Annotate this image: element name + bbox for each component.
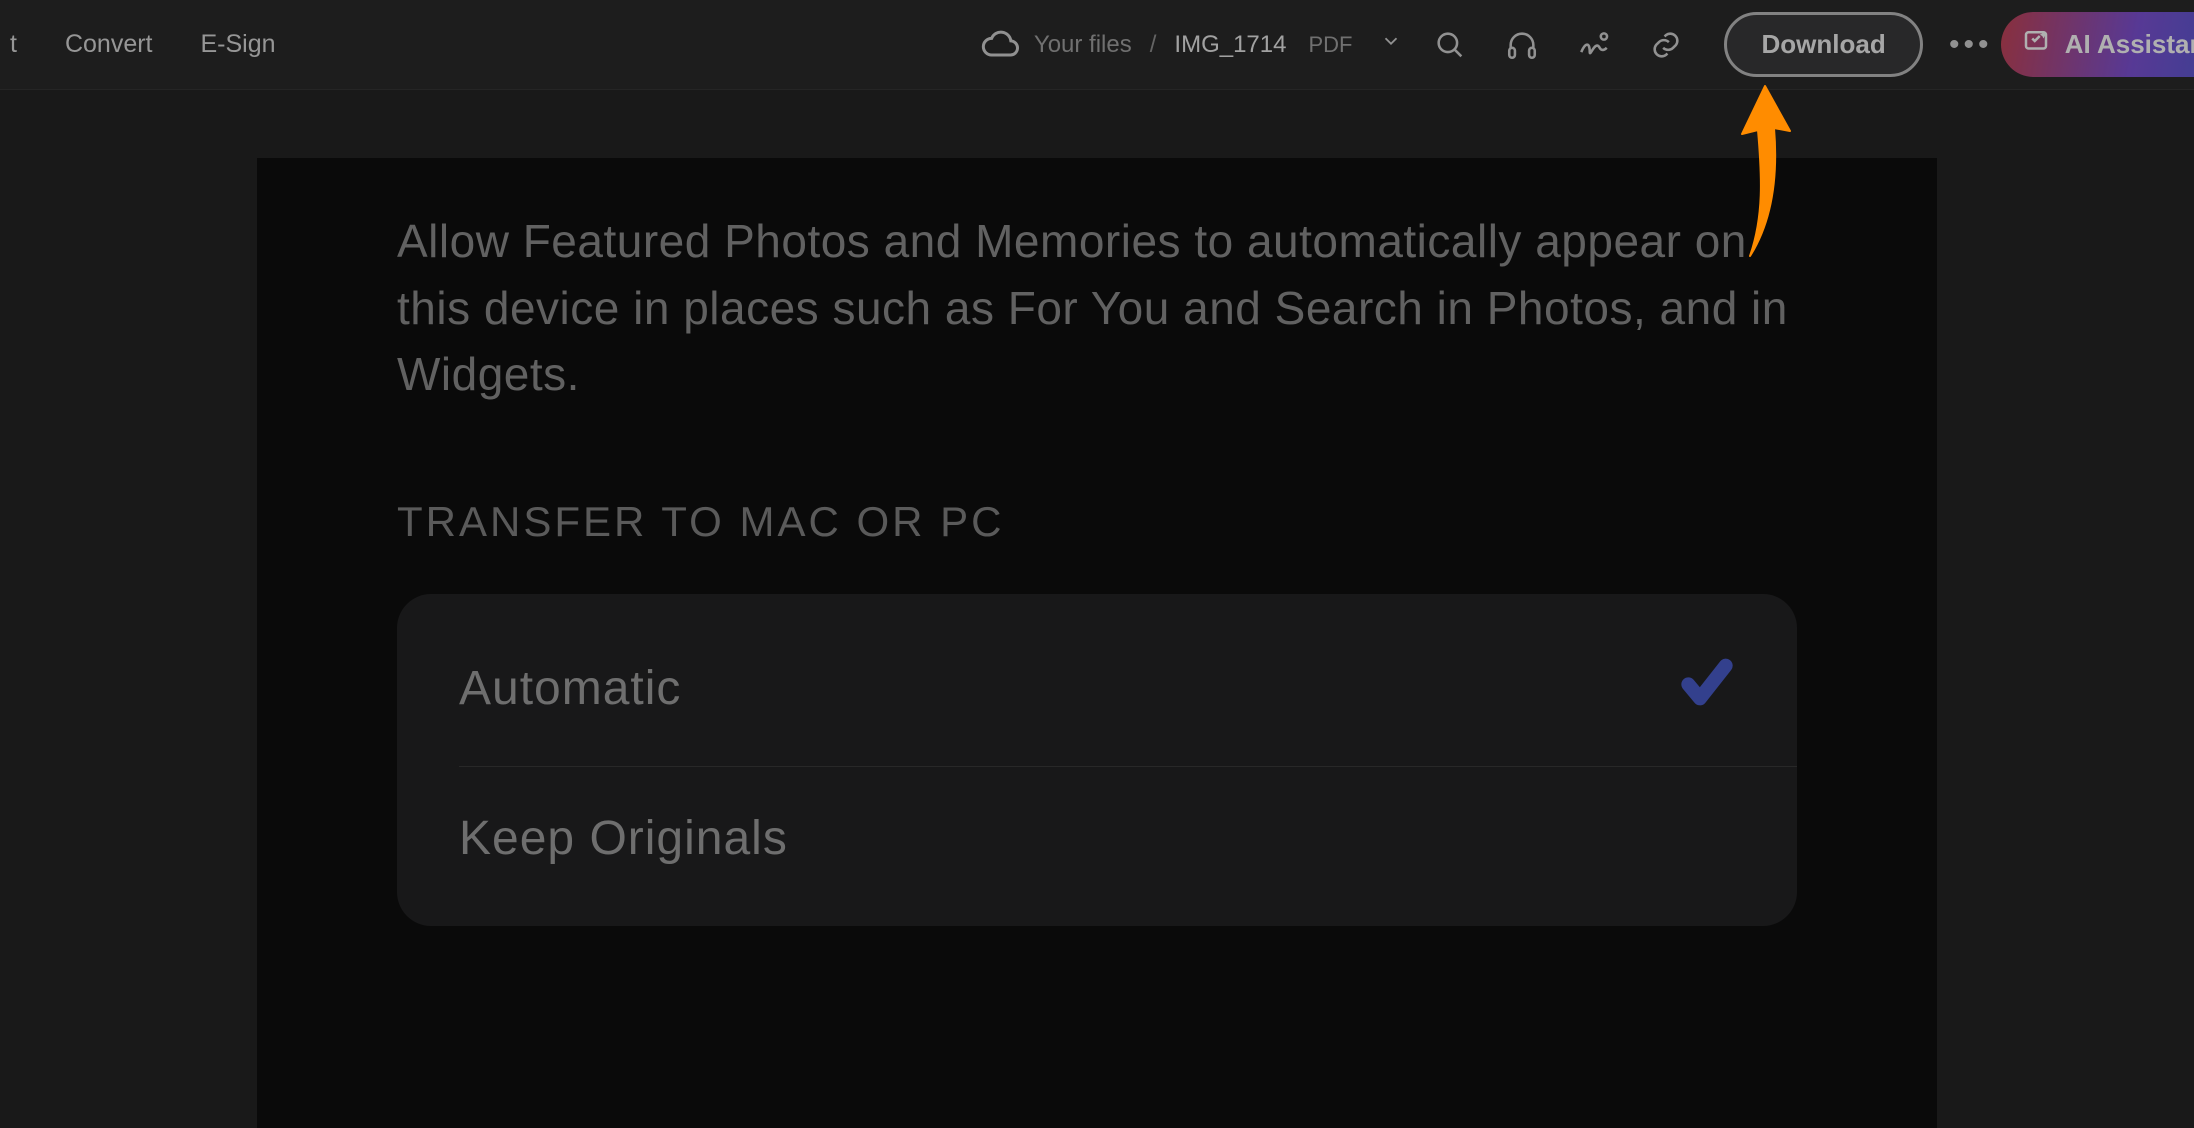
settings-description: Allow Featured Photos and Memories to au… xyxy=(397,208,1797,408)
ai-assistant-button[interactable]: AI Assistant xyxy=(2001,12,2194,77)
nav-left-group: t Convert E-Sign xyxy=(20,30,276,59)
breadcrumb-root[interactable]: Your files xyxy=(1034,31,1132,59)
nav-item-convert[interactable]: Convert xyxy=(65,30,153,59)
option-label: Automatic xyxy=(459,661,681,716)
more-options-button[interactable]: ••• xyxy=(1947,28,1995,62)
document-stage: Allow Featured Photos and Memories to au… xyxy=(0,90,2194,1128)
option-automatic[interactable]: Automatic xyxy=(397,610,1797,766)
top-toolbar: t Convert E-Sign Your files / IMG_1714 P… xyxy=(0,0,2194,90)
ai-assistant-label: AI Assistant xyxy=(2065,29,2194,60)
breadcrumb-filetype: PDF xyxy=(1308,32,1352,58)
headphones-icon[interactable] xyxy=(1498,21,1546,69)
option-label: Keep Originals xyxy=(459,811,788,866)
chevron-down-icon[interactable] xyxy=(1380,30,1402,59)
nav-item-esign[interactable]: E-Sign xyxy=(201,30,276,59)
section-title-transfer: TRANSFER TO MAC OR PC xyxy=(397,498,1797,546)
breadcrumb: Your files / IMG_1714 PDF xyxy=(1034,30,1403,59)
download-button[interactable]: Download xyxy=(1724,12,1922,77)
signature-icon[interactable] xyxy=(1570,21,1618,69)
link-icon[interactable] xyxy=(1642,21,1690,69)
ai-sparkle-icon xyxy=(2021,26,2051,63)
search-icon[interactable] xyxy=(1426,21,1474,69)
breadcrumb-sep: / xyxy=(1150,31,1157,59)
nav-item-truncated[interactable]: t xyxy=(10,30,17,59)
cloud-icon xyxy=(980,25,1020,65)
options-card: Automatic Keep Originals xyxy=(397,594,1797,926)
check-icon xyxy=(1679,654,1735,722)
pdf-page: Allow Featured Photos and Memories to au… xyxy=(257,158,1937,1128)
breadcrumb-filename: IMG_1714 xyxy=(1174,31,1286,59)
option-keep-originals[interactable]: Keep Originals xyxy=(397,767,1797,910)
